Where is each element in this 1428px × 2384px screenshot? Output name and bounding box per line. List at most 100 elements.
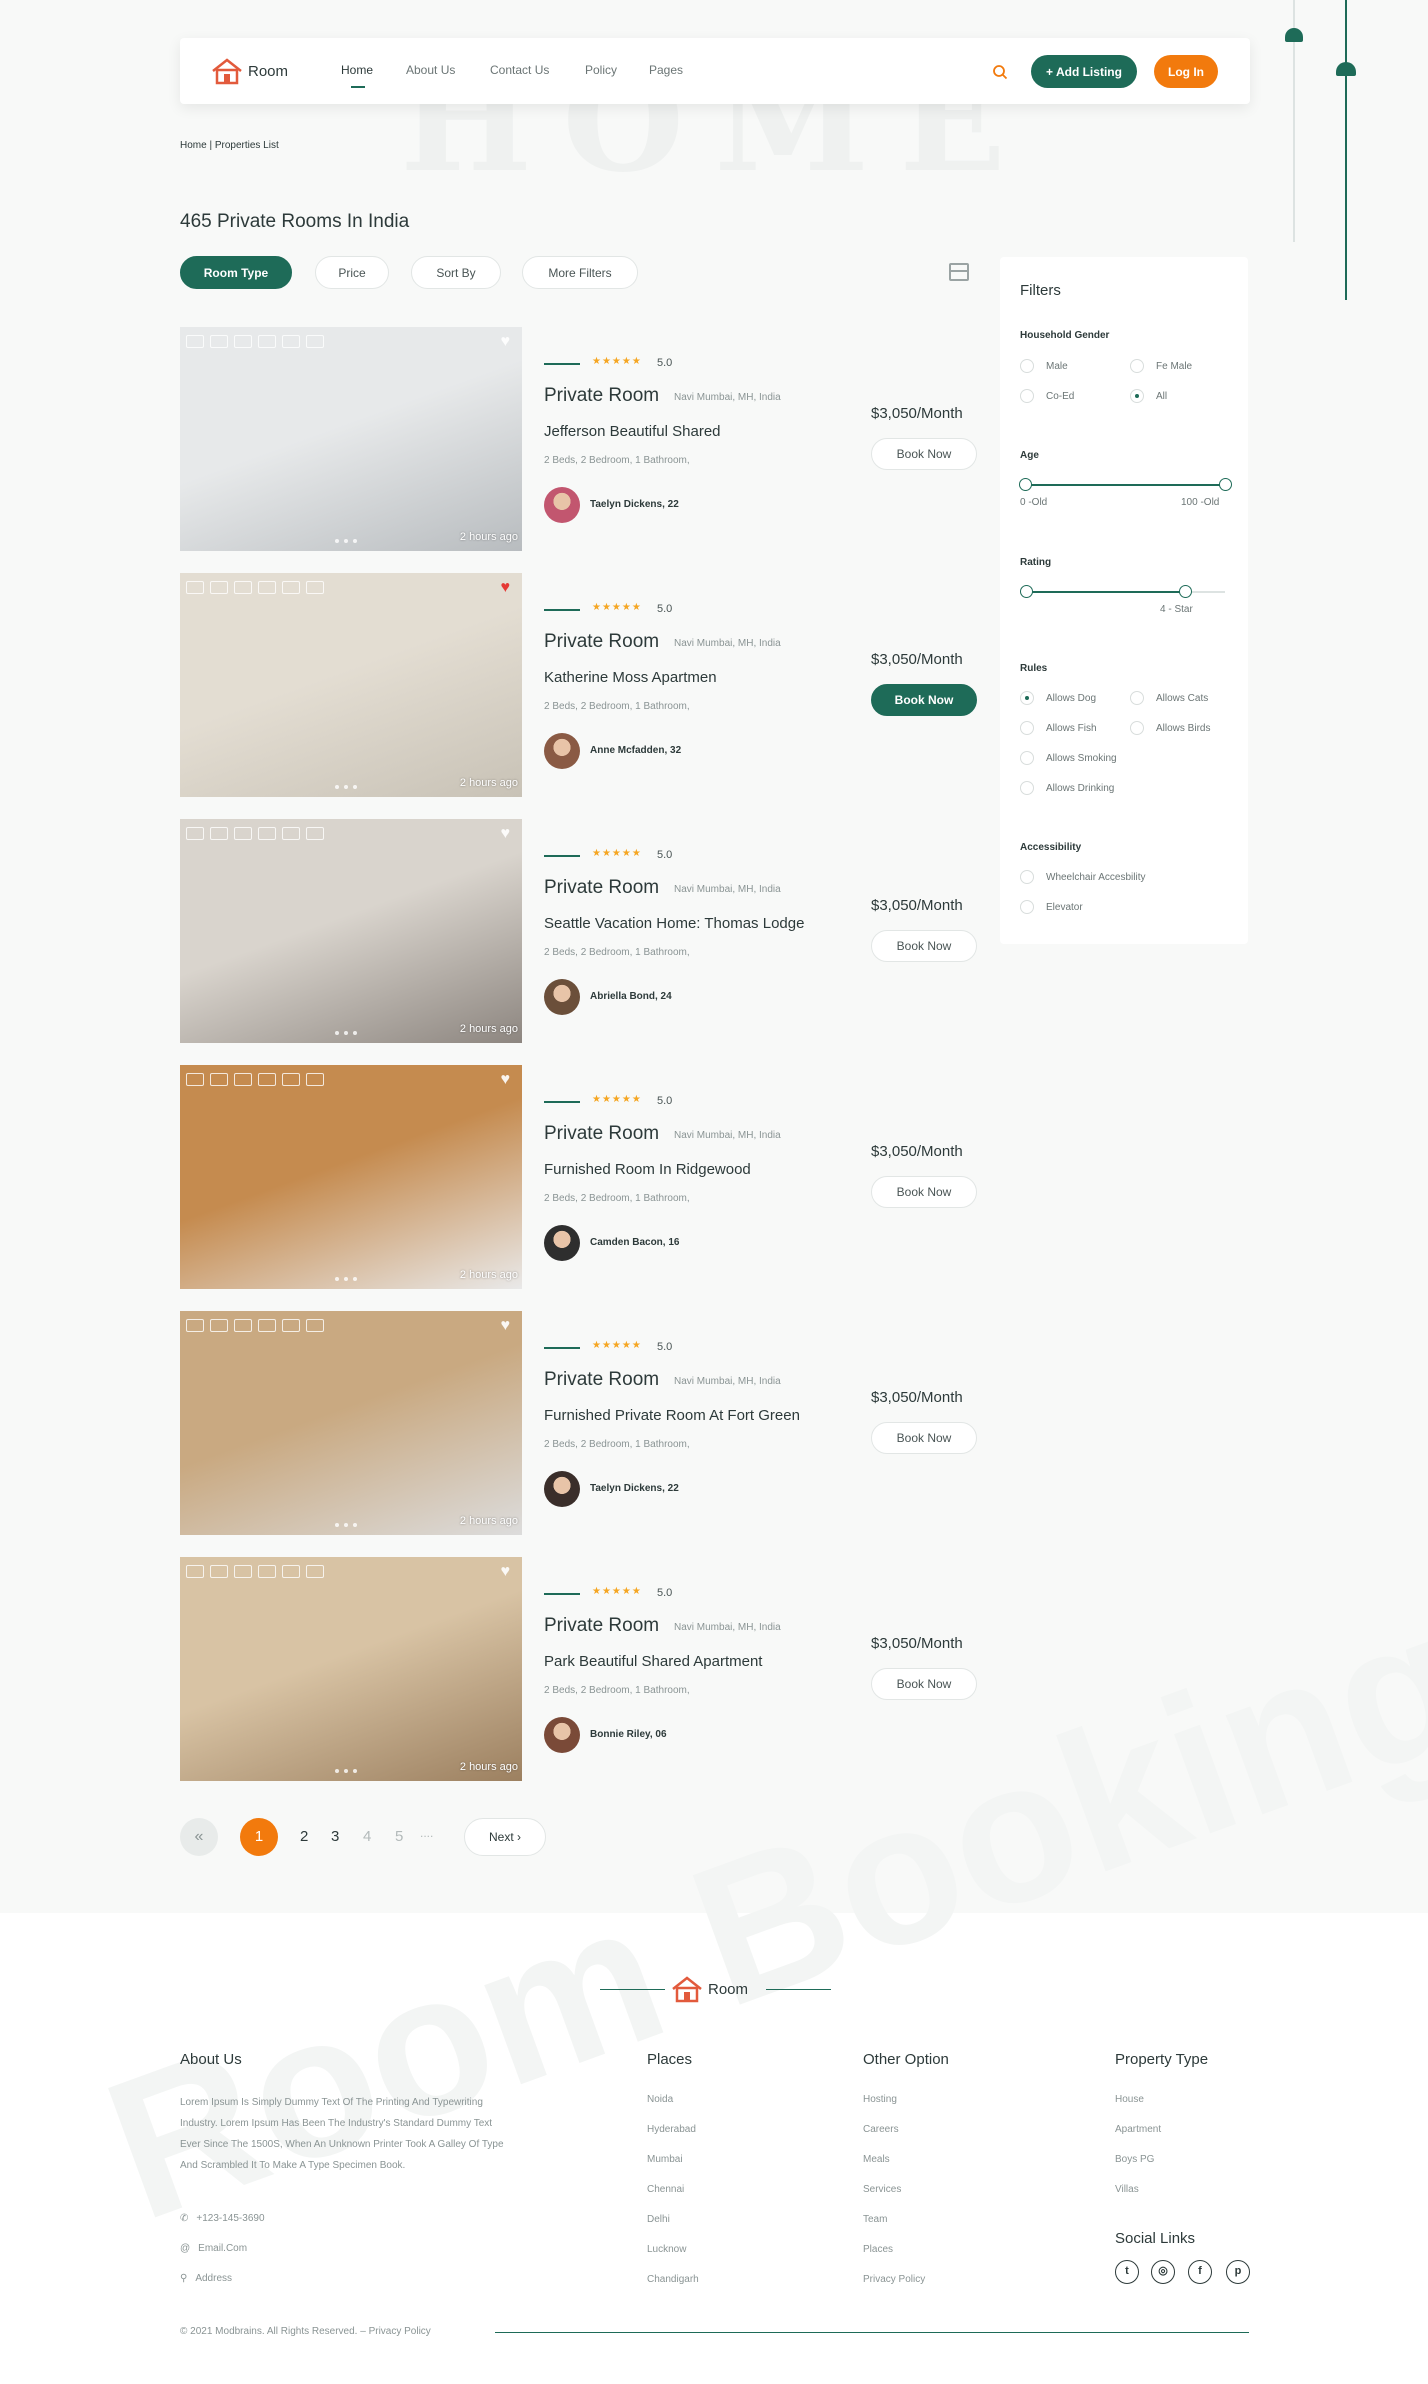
list-view-icon[interactable] <box>949 263 969 281</box>
heart-icon[interactable]: ♥ <box>501 1071 511 1089</box>
book-now-button[interactable]: Book Now <box>871 1668 977 1700</box>
listing-photo[interactable]: ♥ 2 hours ago <box>180 573 522 797</box>
heart-icon[interactable]: ♥ <box>501 825 511 843</box>
book-now-button[interactable]: Book Now <box>871 1176 977 1208</box>
rule-dog-checkbox[interactable] <box>1020 691 1034 705</box>
nav-about[interactable]: About Us <box>406 63 455 77</box>
filter-chip-sort-by[interactable]: Sort By <box>411 256 501 289</box>
photo-carousel-dots[interactable] <box>335 539 357 543</box>
heart-icon[interactable]: ♥ <box>501 1317 511 1335</box>
rating-value-handle[interactable] <box>1179 585 1192 598</box>
listing-photo[interactable]: ♥ 2 hours ago <box>180 1311 522 1535</box>
listing-name[interactable]: Jefferson Beautiful Shared <box>544 423 721 440</box>
gender-coed-radio[interactable] <box>1020 389 1034 403</box>
photo-carousel-dots[interactable] <box>335 1277 357 1281</box>
listing-title[interactable]: Private Room <box>544 1615 659 1637</box>
footer-other-link[interactable]: Careers <box>863 2124 899 2135</box>
gender-all-radio[interactable] <box>1130 389 1144 403</box>
listing-name[interactable]: Katherine Moss Apartmen <box>544 669 717 686</box>
filter-chip-price[interactable]: Price <box>315 256 389 289</box>
heart-icon[interactable]: ♥ <box>501 579 511 597</box>
page-4-button[interactable]: 4 <box>363 1828 371 1845</box>
footer-property-link[interactable]: Villas <box>1115 2184 1139 2195</box>
filter-chip-room-type[interactable]: Room Type <box>180 256 292 289</box>
nav-policy[interactable]: Policy <box>585 63 617 77</box>
photo-carousel-dots[interactable] <box>335 1523 357 1527</box>
breadcrumb[interactable]: Home | Properties List <box>180 140 279 151</box>
instagram-icon[interactable]: ◎ <box>1151 2260 1175 2284</box>
footer-other-link[interactable]: Hosting <box>863 2094 897 2105</box>
footer-place-link[interactable]: Delhi <box>647 2214 670 2225</box>
book-now-button[interactable]: Book Now <box>871 1422 977 1454</box>
listing-name[interactable]: Park Beautiful Shared Apartment <box>544 1653 762 1670</box>
listing-photo[interactable]: ♥ 2 hours ago <box>180 819 522 1043</box>
book-now-button[interactable]: Book Now <box>871 684 977 716</box>
page-2-button[interactable]: 2 <box>300 1828 308 1845</box>
footer-place-link[interactable]: Hyderabad <box>647 2124 696 2135</box>
listing-title[interactable]: Private Room <box>544 877 659 899</box>
brand-logo[interactable]: Room <box>210 57 288 85</box>
listing-name[interactable]: Seattle Vacation Home: Thomas Lodge <box>544 915 804 932</box>
footer-other-link[interactable]: Places <box>863 2244 893 2255</box>
footer-place-link[interactable]: Noida <box>647 2094 673 2105</box>
pinterest-icon[interactable]: p <box>1226 2260 1250 2284</box>
listing-title[interactable]: Private Room <box>544 1369 659 1391</box>
footer-brand-logo[interactable]: Room <box>670 1975 748 2003</box>
footer-other-link[interactable]: Services <box>863 2184 901 2195</box>
age-min-handle[interactable] <box>1019 478 1032 491</box>
add-listing-button[interactable]: + Add Listing <box>1031 55 1137 88</box>
nav-pages[interactable]: Pages <box>649 63 683 77</box>
facebook-icon[interactable]: f <box>1188 2260 1212 2284</box>
heart-icon[interactable]: ♥ <box>501 1563 511 1581</box>
listing-title[interactable]: Private Room <box>544 385 659 407</box>
footer-other-link[interactable]: Privacy Policy <box>863 2274 925 2285</box>
listing-name[interactable]: Furnished Room In Ridgewood <box>544 1161 751 1178</box>
nav-contact[interactable]: Contact Us <box>490 63 549 77</box>
rule-fish-checkbox[interactable] <box>1020 721 1034 735</box>
nav-home[interactable]: Home <box>341 63 373 77</box>
book-now-button[interactable]: Book Now <box>871 438 977 470</box>
login-button[interactable]: Log In <box>1154 55 1218 88</box>
rule-drinking-checkbox[interactable] <box>1020 781 1034 795</box>
listing-title[interactable]: Private Room <box>544 1123 659 1145</box>
rule-cats-checkbox[interactable] <box>1130 691 1144 705</box>
search-icon[interactable] <box>992 64 1008 80</box>
age-max-handle[interactable] <box>1219 478 1232 491</box>
wheelchair-checkbox[interactable] <box>1020 870 1034 884</box>
photo-carousel-dots[interactable] <box>335 785 357 789</box>
gender-female-radio[interactable] <box>1130 359 1144 373</box>
book-now-button[interactable]: Book Now <box>871 930 977 962</box>
footer-place-link[interactable]: Chennai <box>647 2184 684 2195</box>
listing-photo[interactable]: ♥ 2 hours ago <box>180 1557 522 1781</box>
footer-other-link[interactable]: Team <box>863 2214 887 2225</box>
gender-male-radio[interactable] <box>1020 359 1034 373</box>
photo-carousel-dots[interactable] <box>335 1769 357 1773</box>
elevator-checkbox[interactable] <box>1020 900 1034 914</box>
footer-property-link[interactable]: Apartment <box>1115 2124 1161 2135</box>
listing-title[interactable]: Private Room <box>544 631 659 653</box>
footer-property-link[interactable]: Boys PG <box>1115 2154 1154 2165</box>
rating-min-handle[interactable] <box>1020 585 1033 598</box>
listing-name[interactable]: Furnished Private Room At Fort Green <box>544 1407 800 1424</box>
page-5-button[interactable]: 5 <box>395 1828 403 1845</box>
footer-address[interactable]: ⚲ Address <box>180 2273 232 2284</box>
heart-icon[interactable]: ♥ <box>501 333 511 351</box>
rule-birds-checkbox[interactable] <box>1130 721 1144 735</box>
footer-property-link[interactable]: House <box>1115 2094 1144 2105</box>
page-3-button[interactable]: 3 <box>331 1828 339 1845</box>
footer-other-link[interactable]: Meals <box>863 2154 890 2165</box>
filter-chip-more-filters[interactable]: More Filters <box>522 256 638 289</box>
footer-place-link[interactable]: Lucknow <box>647 2244 686 2255</box>
rule-smoking-checkbox[interactable] <box>1020 751 1034 765</box>
next-page-button[interactable]: Next › <box>464 1818 546 1856</box>
twitter-icon[interactable]: t <box>1115 2260 1139 2284</box>
listing-photo[interactable]: ♥ 2 hours ago <box>180 327 522 551</box>
footer-phone[interactable]: ✆ +123-145-3690 <box>180 2213 265 2224</box>
footer-place-link[interactable]: Chandigarh <box>647 2274 699 2285</box>
page-1-button[interactable]: 1 <box>240 1818 278 1856</box>
footer-email[interactable]: @ Email.Com <box>180 2243 247 2254</box>
photo-carousel-dots[interactable] <box>335 1031 357 1035</box>
prev-page-button[interactable]: « <box>180 1818 218 1856</box>
footer-place-link[interactable]: Mumbai <box>647 2154 683 2165</box>
listing-photo[interactable]: ♥ 2 hours ago <box>180 1065 522 1289</box>
